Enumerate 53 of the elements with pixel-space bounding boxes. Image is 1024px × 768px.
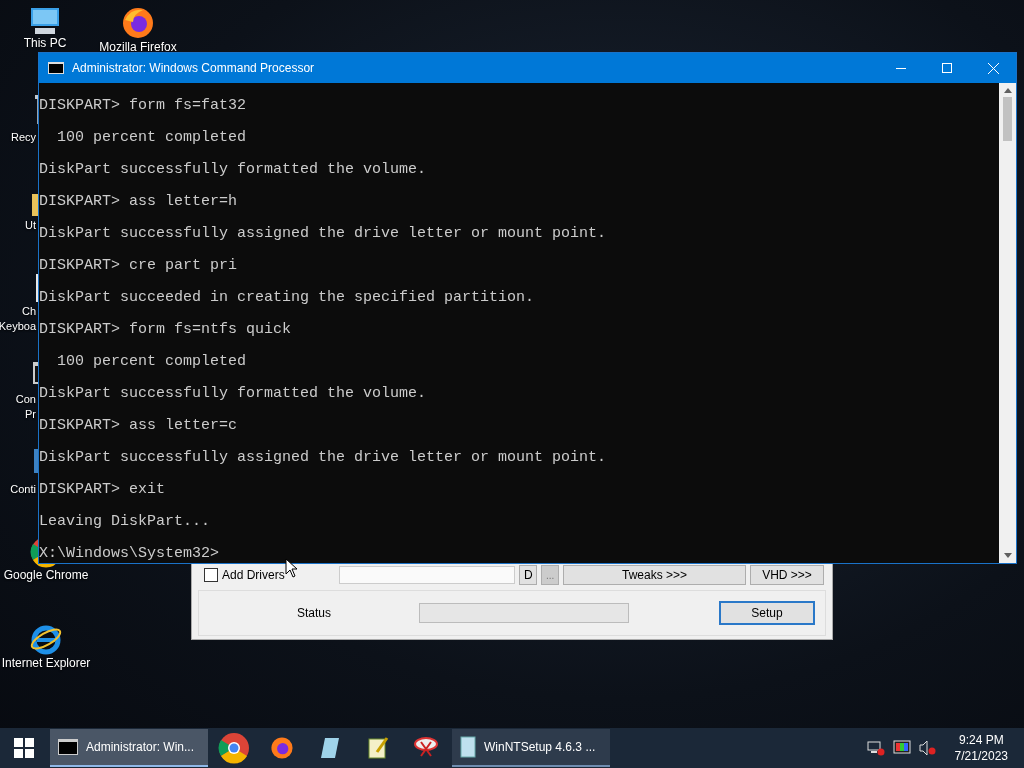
desktop-icon-label[interactable]: Recy [10,130,36,145]
network-icon[interactable] [866,740,885,756]
driver-path-field[interactable] [339,566,515,584]
console-line: DISKPART> form fs=ntfs quick [39,322,293,338]
console-line: 100 percent completed [56,130,248,146]
tweaks-button[interactable]: Tweaks >>> [563,565,746,585]
console-line: DiskPart successfully formatted the volume. [39,162,428,178]
firefox-icon [121,6,155,40]
scroll-down-icon[interactable] [1003,553,1012,558]
firefox-icon [270,736,294,760]
scroll-up-icon[interactable] [1003,88,1012,93]
computer-icon [29,6,61,36]
windows-logo-icon [14,738,34,758]
scrollbar-thumb[interactable] [1003,97,1012,141]
scrollbar[interactable] [999,83,1016,563]
console-line: DISKPART> ass letter=h [39,194,239,210]
desktop-icon-label[interactable]: Mozilla Firefox [99,40,177,55]
close-icon [987,62,999,74]
taskbar-window-button[interactable]: Administrator: Win... [50,729,208,767]
status-label: Status [296,606,332,620]
clock[interactable]: 9:24 PM 7/21/2023 [954,732,1008,764]
console-icon [48,62,64,74]
desktop-icon-label[interactable]: Ut [25,218,36,233]
add-drivers-checkbox[interactable]: Add Drivers [198,568,329,582]
console-line: DiskPart successfully formatted the volume. [39,386,428,402]
console-line: DISKPART> exit [39,482,167,498]
chrome-icon [218,732,250,764]
console-line: DISKPART> cre part pri [39,258,239,274]
setup-icon [460,736,476,758]
console-icon [58,739,78,755]
console-line: Leaving DiskPart... [39,514,212,530]
taskbar-window-button[interactable]: WinNTSetup 4.6.3 ... [452,729,610,767]
desktop-icon-label[interactable]: Con Pr [15,392,36,422]
desktop-icon-label[interactable]: Conti [10,482,36,497]
display-icon[interactable] [892,740,911,756]
document-edit-icon [367,736,389,760]
console-line: X:\Windows\System32> [39,546,221,562]
console-line: DiskPart successfully assigned the drive letter or mount point. [39,450,608,466]
desktop-icon-label[interactable]: Ch Keyboa [0,304,36,334]
setup-button[interactable]: Setup [719,601,815,625]
console-line: DISKPART> ass letter=c [39,418,239,434]
maximize-icon [942,63,952,73]
volume-muted-icon[interactable] [918,740,937,756]
desktop-icon-label[interactable]: This PC [23,36,67,51]
window-title: Administrator: Windows Command Processor [72,61,316,75]
desktop-icon-label[interactable]: Internet Explorer [1,656,91,671]
d-button[interactable]: D [519,565,537,585]
console-line: DiskPart successfully assigned the drive letter or mount point. [39,226,608,242]
console-line: DISKPART> form fs=fat32 [39,98,248,114]
console-line: DiskPart succeeded in creating the specified partition. [39,290,536,306]
vhd-button[interactable]: VHD >>> [750,565,824,585]
console-line: 100 percent completed [56,354,248,370]
desktop-icon-label[interactable]: Google Chrome [3,568,89,583]
